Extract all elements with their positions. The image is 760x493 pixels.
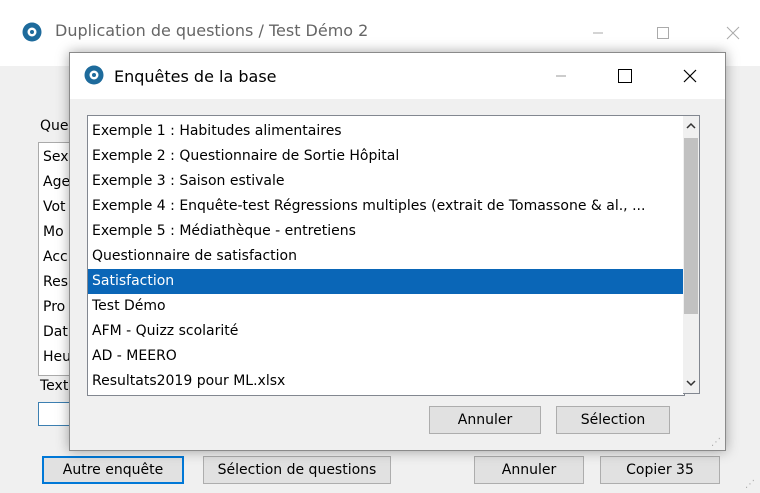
- close-icon: [683, 69, 697, 83]
- list-item[interactable]: Test Démo: [88, 294, 684, 319]
- list-item[interactable]: Res: [43, 274, 68, 290]
- scroll-down-button[interactable]: [683, 373, 699, 393]
- dialog-close-button[interactable]: [667, 59, 713, 93]
- app-icon: [22, 22, 42, 46]
- list-item-selected[interactable]: Satisfaction: [88, 269, 684, 294]
- scroll-up-button[interactable]: [683, 116, 699, 136]
- list-item[interactable]: Dat: [43, 324, 68, 340]
- minimize-icon: [556, 75, 566, 77]
- selection-questions-button[interactable]: Sélection de questions: [203, 456, 391, 484]
- scroll-down-icon: [686, 380, 696, 387]
- list-item[interactable]: Exemple 2 : Questionnaire de Sortie Hôpi…: [88, 144, 684, 169]
- resize-grip-icon[interactable]: ⋰: [745, 479, 755, 490]
- list-item[interactable]: Exemple 1 : Habitudes alimentaires: [88, 119, 684, 144]
- list-item[interactable]: Age: [43, 174, 70, 190]
- list-item[interactable]: Mo: [43, 224, 64, 240]
- scroll-thumb[interactable]: [684, 138, 698, 314]
- copy-button[interactable]: Copier 35: [600, 456, 720, 484]
- surveys-dialog: Enquêtes de la base Exemple 1 : Habitude…: [69, 52, 726, 451]
- dialog-selection-button[interactable]: Sélection: [556, 406, 670, 434]
- dialog-cancel-button[interactable]: Annuler: [429, 406, 541, 434]
- list-scrollbar[interactable]: [683, 115, 700, 394]
- list-item[interactable]: AFM - Quizz scolarité: [88, 319, 684, 344]
- list-item[interactable]: Exemple 4 : Enquête-test Régressions mul…: [88, 194, 684, 219]
- list-item[interactable]: Exemple 3 : Saison estivale: [88, 169, 684, 194]
- list-item[interactable]: Sex: [43, 149, 69, 165]
- back-cancel-button[interactable]: Annuler: [474, 456, 584, 484]
- back-window-title: Duplication de questions / Test Démo 2: [55, 21, 369, 40]
- dialog-title: Enquêtes de la base: [114, 67, 277, 86]
- questions-label: Que: [40, 118, 69, 134]
- list-item[interactable]: Vot: [43, 199, 66, 215]
- resize-grip-icon[interactable]: ⋰: [711, 437, 721, 448]
- close-button[interactable]: [710, 16, 756, 50]
- dialog-titlebar: Enquêtes de la base: [70, 53, 725, 99]
- autre-enquete-button[interactable]: Autre enquête: [42, 456, 184, 484]
- maximize-button[interactable]: [640, 16, 686, 50]
- list-item[interactable]: Questionnaire de satisfaction: [88, 244, 684, 269]
- list-item[interactable]: AD - MEERO: [88, 344, 684, 369]
- list-item[interactable]: Resultats2019 pour ML.xlsx: [88, 369, 684, 394]
- text-label: Text: [40, 378, 69, 394]
- close-icon: [726, 26, 740, 40]
- minimize-icon: [593, 32, 603, 34]
- surveys-list[interactable]: Exemple 1 : Habitudes alimentaires Exemp…: [87, 115, 685, 396]
- list-item[interactable]: Pro: [43, 299, 65, 315]
- maximize-icon: [618, 69, 632, 83]
- list-item[interactable]: Heu: [43, 349, 71, 365]
- app-icon: [84, 65, 104, 89]
- scroll-up-icon: [686, 122, 696, 129]
- dialog-maximize-button[interactable]: [602, 59, 648, 93]
- dialog-minimize-button[interactable]: [538, 59, 584, 93]
- list-item[interactable]: Acc: [43, 249, 68, 265]
- maximize-icon: [657, 27, 669, 39]
- minimize-button[interactable]: [575, 16, 621, 50]
- list-item[interactable]: Exemple 5 : Médiathèque - entretiens: [88, 219, 684, 244]
